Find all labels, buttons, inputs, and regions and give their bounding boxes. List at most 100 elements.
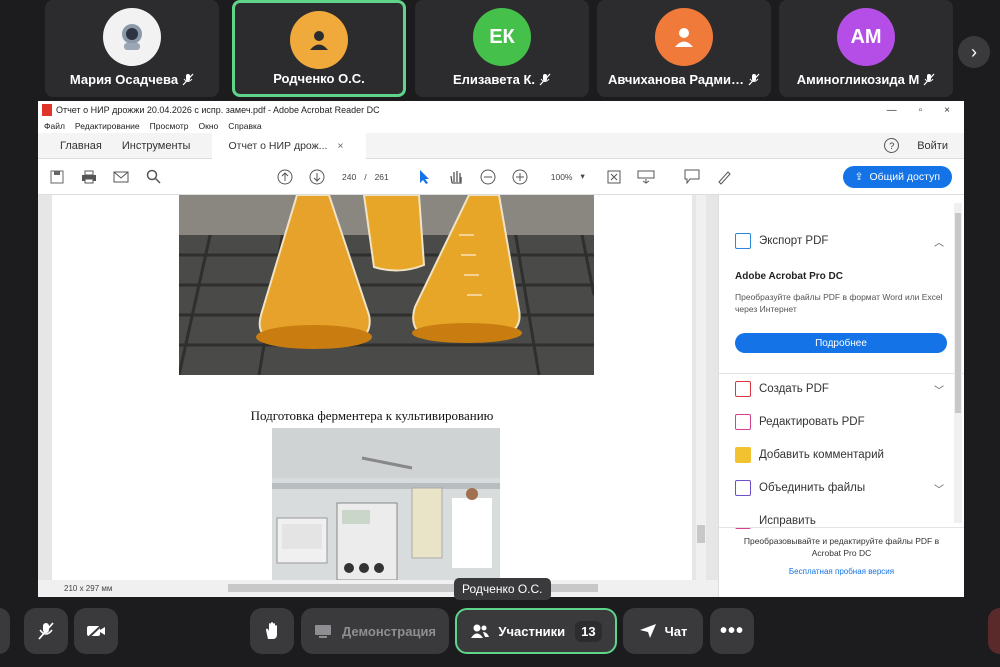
document-view[interactable]: Подготовка ферментера к культивированию: [38, 195, 718, 597]
menu-bar: Файл Редактирование Просмотр Окно Справк…: [38, 119, 964, 133]
combine-files-icon: [735, 480, 751, 496]
page-number-input[interactable]: 240: [342, 172, 356, 182]
avatar: [655, 8, 713, 66]
keyboard-icon[interactable]: [635, 166, 657, 188]
participant-tile[interactable]: Авчиханова Радми…: [597, 0, 771, 97]
help-icon[interactable]: ?: [884, 138, 900, 153]
participants-icon: [471, 624, 490, 638]
zoom-in-icon[interactable]: [509, 166, 531, 188]
camera-button[interactable]: [74, 608, 118, 654]
window-title: Отчет о НИР дрожжи 20.04.2026 с испр. за…: [56, 105, 380, 115]
free-trial-link[interactable]: Бесплатная пробная версия: [719, 567, 964, 576]
avatar: ЕК: [473, 8, 531, 66]
close-tab-icon[interactable]: ×: [337, 140, 343, 152]
more-dots-icon: •••: [719, 619, 744, 642]
participants-button[interactable]: Участники 13: [455, 608, 617, 654]
figure-caption: Подготовка ферментера к культивированию: [250, 408, 494, 423]
participant-tile[interactable]: Мария Осадчева: [45, 0, 219, 97]
minimize-icon[interactable]: —: [887, 105, 897, 116]
create-pdf-icon: [735, 381, 751, 397]
video-call-window: Мария Осадчева Родченко О.С. ЕК Елизавет…: [0, 0, 1000, 667]
chevron-down-icon[interactable]: ﹀: [934, 382, 944, 397]
save-icon[interactable]: [46, 166, 68, 188]
chevron-down-icon[interactable]: ﹀: [934, 481, 944, 496]
mic-settings-button[interactable]: [0, 608, 10, 654]
pdf-page: Подготовка ферментера к культивированию: [52, 195, 692, 580]
create-pdf-item[interactable]: Создать PDF ﹀: [735, 379, 944, 399]
create-pdf-label: Создать PDF: [759, 383, 829, 395]
participant-strip: Мария Осадчева Родченко О.С. ЕК Елизавет…: [0, 0, 1000, 100]
mic-off-icon: [923, 73, 935, 89]
screen-share-button[interactable]: Демонстрация: [301, 608, 449, 654]
tab-document-label: Отчет о НИР дрож...: [228, 139, 328, 152]
signin-link[interactable]: Войти: [917, 140, 948, 152]
tab-tools[interactable]: Инструменты: [112, 133, 201, 159]
mic-off-icon: [539, 73, 551, 89]
menu-view[interactable]: Просмотр: [150, 121, 189, 131]
learn-more-button[interactable]: Подробнее: [735, 333, 947, 353]
chevron-up-icon[interactable]: ︿: [934, 234, 944, 249]
speaker-tooltip: Родченко О.С.: [454, 578, 551, 600]
participant-name: Аминогликозида М: [796, 72, 920, 87]
export-pdf-item[interactable]: Экспорт PDF ︿: [735, 231, 944, 251]
menu-edit[interactable]: Редактирование: [75, 121, 140, 131]
comment-tool-icon: [735, 447, 751, 463]
menu-window[interactable]: Окно: [199, 121, 219, 131]
participant-tile[interactable]: АМ Аминогликозида М: [779, 0, 953, 97]
avatar: [103, 8, 161, 66]
pen-icon[interactable]: [713, 166, 735, 188]
document-vertical-scrollbar[interactable]: [696, 195, 706, 580]
close-icon[interactable]: ×: [944, 105, 950, 116]
combine-files-item[interactable]: Объединить файлы ﹀: [735, 478, 944, 498]
microphone-button[interactable]: [24, 608, 68, 654]
edit-pdf-item[interactable]: Редактировать PDF: [735, 412, 944, 432]
camera-off-icon: [87, 623, 105, 639]
zoom-out-icon[interactable]: [477, 166, 499, 188]
monitor-icon: [314, 625, 331, 638]
page-fit-icon[interactable]: [603, 166, 625, 188]
zoom-level[interactable]: 100%: [551, 172, 573, 182]
screen-share-label: Демонстрация: [341, 623, 437, 639]
astronaut-avatar-icon: [122, 24, 142, 50]
page-up-icon[interactable]: [274, 166, 296, 188]
fix-label: Исправить: [759, 515, 816, 527]
chevron-right-icon: ›: [971, 41, 977, 62]
zoom-dropdown-icon[interactable]: ▾: [581, 171, 585, 182]
edit-pdf-icon: [735, 414, 751, 430]
more-options-button[interactable]: •••: [710, 608, 754, 654]
share-label: Общий доступ: [869, 170, 940, 183]
tab-document[interactable]: Отчет о НИР дрож... ×: [212, 132, 366, 159]
tab-home[interactable]: Главная: [50, 133, 112, 159]
raise-hand-button[interactable]: [250, 608, 294, 654]
mic-off-icon: [748, 73, 760, 89]
next-participants-button[interactable]: ›: [958, 36, 990, 68]
avatar: АМ: [837, 8, 895, 66]
send-icon: [639, 624, 656, 638]
promo-title: Adobe Acrobat Pro DC: [735, 271, 843, 282]
add-comment-item[interactable]: Добавить комментарий: [735, 445, 944, 465]
fix-item[interactable]: Исправить: [735, 511, 944, 531]
menu-file[interactable]: Файл: [44, 121, 65, 131]
email-icon[interactable]: [110, 166, 132, 188]
scroll-thumb[interactable]: [697, 525, 705, 543]
participant-name: Родченко О.С.: [273, 71, 365, 86]
select-cursor-icon[interactable]: [413, 166, 435, 188]
leave-call-button[interactable]: [988, 608, 1000, 654]
chat-button[interactable]: Чат: [623, 608, 703, 654]
participant-name: Авчиханова Радми…: [608, 72, 744, 87]
participant-tile[interactable]: ЕК Елизавета К.: [415, 0, 589, 97]
window-titlebar: Отчет о НИР дрожжи 20.04.2026 с испр. за…: [38, 101, 964, 119]
search-icon[interactable]: [142, 166, 164, 188]
page-down-icon[interactable]: [306, 166, 328, 188]
flasks-photo: [179, 195, 594, 375]
menu-help[interactable]: Справка: [228, 121, 261, 131]
participant-tile-speaking[interactable]: Родченко О.С.: [232, 0, 406, 97]
comment-icon[interactable]: [681, 166, 703, 188]
hand-tool-icon[interactable]: [445, 166, 467, 188]
pane-scrollbar[interactable]: [954, 203, 962, 523]
share-button[interactable]: ⇪ Общий доступ: [842, 165, 952, 188]
mic-off-icon: [38, 622, 54, 640]
maximize-icon[interactable]: ▫: [919, 105, 923, 116]
print-icon[interactable]: [78, 166, 100, 188]
status-bar: 210 x 297 мм: [38, 580, 718, 597]
